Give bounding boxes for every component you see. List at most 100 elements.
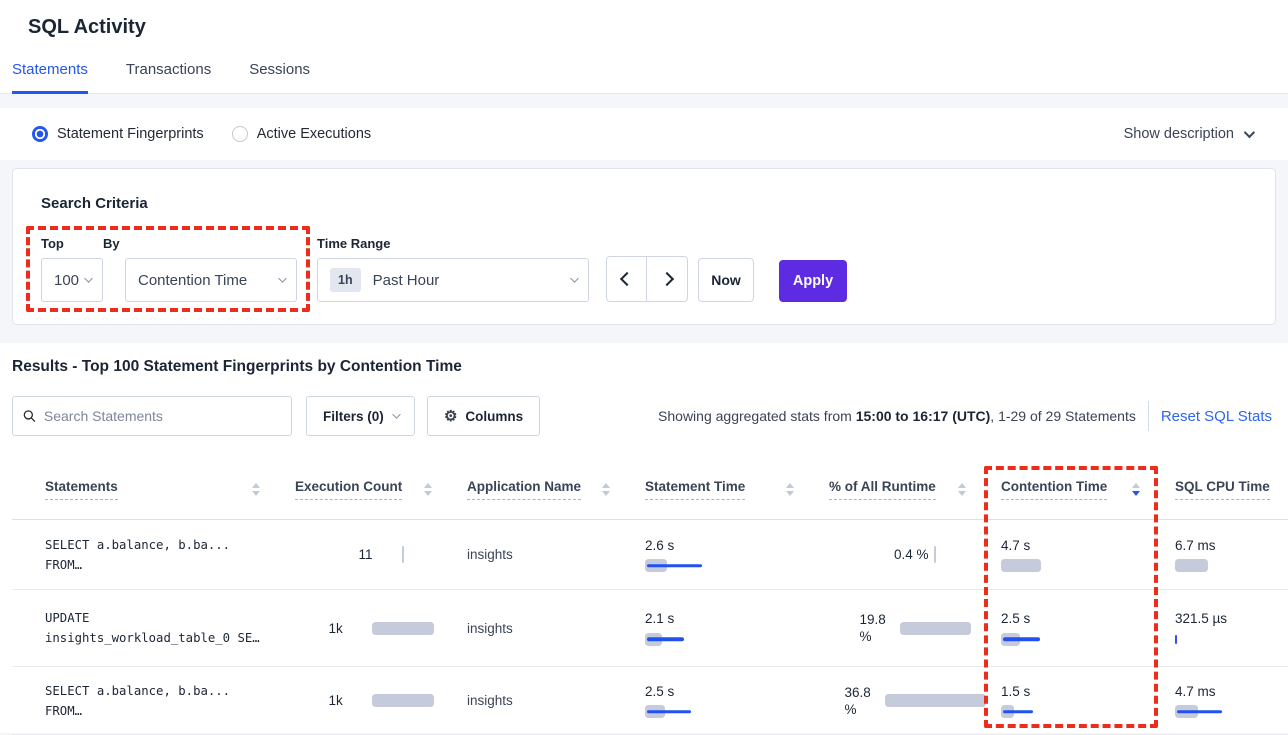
page-header: SQL Activity Statements Transactions Ses… [0,0,1288,94]
time-range-value: Past Hour [373,272,440,289]
results-section: Results - Top 100 Statement Fingerprints… [0,343,1288,733]
now-button[interactable]: Now [698,258,754,302]
contention-time-bar [1001,559,1175,573]
top-select-value: 100 [54,272,79,289]
column-header-sql-cpu-time[interactable]: SQL CPU Time [1175,479,1288,500]
chevron-down-icon [84,274,93,283]
pct-runtime-bar [934,548,936,562]
radio-active-executions-label: Active Executions [257,126,371,142]
results-toolbar: Filters (0) ⚙ Columns Showing aggregated… [12,396,1276,436]
column-header-pct-of-all-runtime[interactable]: % of All Runtime [829,479,1001,500]
contention-time-cell: 1.5 s [1001,683,1175,719]
statement-time-cell: 2.6 s [645,537,829,573]
search-criteria-panel: Search Criteria Top 100 By Contention Ti… [12,168,1276,325]
page-title: SQL Activity [0,0,1288,39]
sql-activity-page: SQL Activity Statements Transactions Ses… [0,0,1288,735]
column-header-statement-time[interactable]: Statement Time [645,479,829,500]
statement-link[interactable]: SELECT a.balance, b.ba...FROM… [12,681,295,721]
column-header-statements[interactable]: Statements [12,479,295,500]
time-range-pager [606,256,688,302]
contention-time-cell: 2.5 s [1001,610,1175,646]
search-icon [23,409,36,423]
next-time-range-button[interactable] [647,257,687,301]
top-label: Top [41,236,103,251]
time-range-field: Time Range 1h Past Hour [317,236,589,302]
sql-cpu-time-cell: 321.5 µs [1175,610,1288,646]
statement-time-cell: 2.1 s [645,610,829,646]
chevron-left-icon [619,272,633,286]
radio-statement-fingerprints[interactable] [32,126,48,142]
statement-link[interactable]: UPDATEinsights_workload_table_0 SE… [12,608,295,648]
sort-icon [252,483,260,496]
gear-icon: ⚙ [444,409,457,424]
application-name-cell: insights [467,621,645,636]
chevron-down-icon [1244,127,1255,138]
time-range-badge: 1h [330,268,361,292]
column-header-execution-count[interactable]: Execution Count [295,479,467,500]
execution-count-cell: 1k [295,620,467,637]
statement-time-cell: 2.5 s [645,683,829,719]
table-row[interactable]: SELECT a.balance, b.ba...FROM… 11 insigh… [12,520,1288,590]
statement-time-bar [645,632,829,646]
pct-runtime-bar [900,621,971,635]
sort-icon [1132,483,1140,496]
execution-count-bar [372,694,434,708]
previous-time-range-button[interactable] [607,257,647,301]
pct-runtime-cell: 36.8 % [829,684,1001,718]
search-criteria-controls: Top 100 By Contention Time Time Range 1h… [41,236,1247,302]
chevron-right-icon [660,272,674,286]
time-range-label: Time Range [317,236,589,251]
by-label: By [103,236,317,251]
table-header-row: Statements Execution Count Application N… [12,460,1288,520]
tab-sessions[interactable]: Sessions [249,61,310,94]
sort-icon [424,483,432,496]
chevron-down-icon [392,410,401,419]
show-description-label: Show description [1124,126,1234,142]
execution-count-cell: 1k [295,692,467,709]
column-header-application-name[interactable]: Application Name [467,479,645,500]
execution-count-bar [402,548,404,562]
top-field: Top 100 [41,236,103,302]
radio-active-executions[interactable] [232,126,248,142]
search-statements-input[interactable] [44,408,281,424]
by-select[interactable]: Contention Time [125,258,297,302]
search-criteria-title: Search Criteria [41,195,1247,212]
sql-cpu-time-bar [1175,705,1288,719]
reset-sql-stats-link[interactable]: Reset SQL Stats [1161,408,1276,425]
time-range-select[interactable]: 1h Past Hour [317,258,589,302]
contention-time-cell: 4.7 s [1001,537,1175,573]
sql-cpu-time-cell: 4.7 ms [1175,683,1288,719]
application-name-cell: insights [467,547,645,562]
execution-count-bar [372,621,434,635]
top-select[interactable]: 100 [41,258,103,302]
pct-runtime-cell: 0.4 % [829,546,1001,563]
view-toggle-bar: Statement Fingerprints Active Executions… [0,108,1288,160]
apply-button[interactable]: Apply [779,260,847,302]
statement-link[interactable]: SELECT a.balance, b.ba...FROM… [12,535,295,575]
sort-icon [786,483,794,496]
chevron-down-icon [570,274,579,283]
execution-count-cell: 11 [295,546,467,563]
column-header-contention-time[interactable]: Contention Time [1001,479,1175,500]
filters-button[interactable]: Filters (0) [306,396,415,436]
sort-icon [602,483,610,496]
pct-runtime-cell: 19.8 % [829,611,1001,645]
contention-time-bar [1001,632,1175,646]
by-field: By Contention Time [103,236,317,302]
by-select-value: Contention Time [138,272,247,289]
show-description-toggle[interactable]: Show description [1124,126,1252,142]
columns-button[interactable]: ⚙ Columns [427,396,540,436]
sql-cpu-time-bar [1175,559,1288,573]
search-statements-box [12,396,292,436]
results-heading: Results - Top 100 Statement Fingerprints… [0,358,1288,376]
table-row[interactable]: UPDATEinsights_workload_table_0 SE… 1k i… [12,590,1288,667]
table-row[interactable]: SELECT a.balance, b.ba...FROM… 1k insigh… [12,667,1288,735]
sql-cpu-time-cell: 6.7 ms [1175,537,1288,573]
chevron-down-icon [278,274,287,283]
tab-statements[interactable]: Statements [12,61,88,94]
radio-statement-fingerprints-label: Statement Fingerprints [57,126,204,142]
tab-transactions[interactable]: Transactions [126,61,211,94]
contention-time-bar [1001,705,1175,719]
statement-time-bar [645,705,829,719]
sql-cpu-time-bar [1175,632,1288,646]
